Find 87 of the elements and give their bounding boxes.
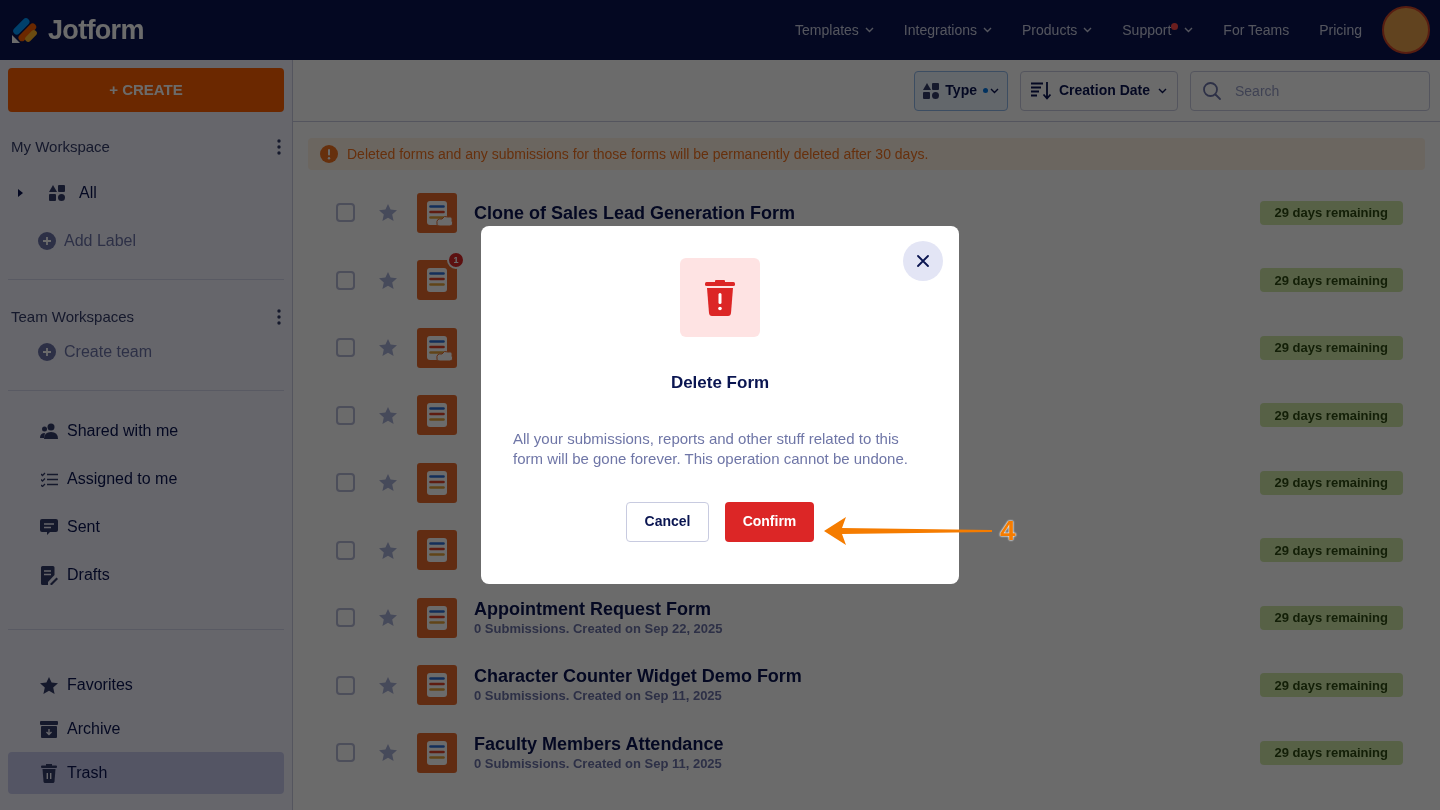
confirm-button[interactable]: Confirm	[725, 501, 814, 542]
status-badge: 29 days remaining	[1259, 335, 1403, 360]
avatar[interactable]	[1382, 6, 1430, 54]
type-filter-button[interactable]: Type	[914, 70, 1008, 111]
more-icon[interactable]	[277, 139, 281, 156]
sidebar-item[interactable]: Sent	[8, 503, 284, 551]
star-icon[interactable]	[379, 744, 397, 762]
notice-text: Deleted forms and any submissions for those forms will be permanently deleted after 30 days.	[347, 144, 929, 164]
expand-caret-icon[interactable]	[18, 188, 23, 197]
message-icon	[40, 518, 58, 536]
section-title: Team Workspaces	[11, 306, 135, 327]
logo-text: Jotform	[48, 13, 144, 47]
nav-link[interactable]: Templates	[795, 19, 874, 41]
checkbox[interactable]	[336, 743, 355, 763]
star-icon[interactable]	[379, 271, 397, 289]
checkbox[interactable]	[336, 338, 355, 358]
sidebar-item[interactable]: Archive	[8, 708, 284, 750]
logo-icon	[10, 15, 40, 45]
checkbox[interactable]	[336, 203, 355, 223]
search-icon	[1202, 80, 1222, 101]
close-icon	[917, 255, 929, 267]
status-badge: 29 days remaining	[1259, 403, 1403, 428]
checkbox[interactable]	[336, 473, 355, 493]
status-badge: 29 days remaining	[1259, 538, 1403, 563]
sidebar-item[interactable]: Shared with me	[8, 407, 284, 455]
checkbox[interactable]	[336, 270, 355, 290]
add-icon	[38, 343, 56, 361]
notification-badge: 1	[447, 251, 465, 270]
checkbox[interactable]	[336, 405, 355, 425]
form-title[interactable]: Character Counter Widget Demo Form	[474, 665, 802, 688]
close-button[interactable]	[903, 241, 943, 281]
form-title[interactable]: Faculty Members Attendance	[474, 732, 724, 755]
checkbox[interactable]	[336, 608, 355, 628]
nav-link[interactable]: Support	[1122, 19, 1194, 41]
form-meta: 0 Submissions. Created on Sep 11, 2025	[474, 687, 723, 706]
dialog-message: All your submissions, reports and other stuff related to this form will be gone forever. This operation cannot be undone.	[512, 428, 909, 469]
workspace-item[interactable]: All	[79, 180, 97, 205]
status-badge: 29 days remaining	[1259, 200, 1403, 225]
more-icon[interactable]	[277, 308, 281, 325]
status-badge: 29 days remaining	[1259, 268, 1403, 293]
trash-warning-icon	[705, 279, 735, 316]
dialog-title: Delete Form	[670, 372, 770, 394]
sidebar-item[interactable]: Trash	[8, 752, 284, 794]
sidebar-item[interactable]: Favorites	[8, 664, 284, 706]
checkbox[interactable]	[336, 540, 355, 560]
sort-button[interactable]: Creation Date	[1019, 70, 1178, 111]
checklist-icon	[40, 471, 58, 487]
status-badge: 29 days remaining	[1259, 605, 1403, 630]
sidebar-item[interactable]: Drafts	[8, 551, 284, 599]
archive-icon	[40, 720, 58, 738]
annotation-label: 4	[1000, 514, 1016, 548]
status-badge: 29 days remaining	[1259, 470, 1403, 495]
form-title[interactable]: Appointment Request Form	[474, 597, 723, 620]
star-icon[interactable]	[379, 609, 397, 627]
form-title[interactable]: Clone of Sales Lead Generation Form	[474, 201, 796, 224]
nav-link[interactable]: For Teams	[1223, 19, 1290, 41]
add-icon	[38, 231, 56, 250]
section-title: My Workspace	[11, 137, 110, 157]
warning-icon	[320, 145, 338, 163]
form-meta: 0 Submissions. Created on Sep 11, 2025	[474, 754, 723, 773]
shapes-icon	[49, 184, 65, 201]
add-link[interactable]: Create team	[64, 340, 153, 364]
chevron-down-icon	[989, 87, 999, 94]
sidebar-item[interactable]: Assigned to me	[8, 455, 284, 503]
trash-icon	[41, 763, 57, 783]
star-icon[interactable]	[379, 406, 397, 424]
star-icon[interactable]	[379, 474, 397, 492]
status-badge: 29 days remaining	[1259, 740, 1403, 765]
document-edit-icon	[40, 565, 58, 585]
status-badge: 29 days remaining	[1259, 673, 1403, 698]
star-icon	[40, 676, 58, 694]
form-meta: 0 Submissions. Created on Sep 22, 2025	[474, 619, 723, 638]
people-icon	[40, 423, 58, 439]
star-icon[interactable]	[379, 339, 397, 357]
add-link[interactable]: Add Label	[64, 228, 137, 253]
cancel-button[interactable]: Cancel	[626, 501, 709, 542]
nav-link[interactable]: Pricing	[1319, 19, 1362, 41]
sort-icon	[1030, 81, 1051, 100]
create-button[interactable]: + CREATE	[8, 68, 284, 112]
checkbox[interactable]	[336, 675, 355, 695]
star-icon[interactable]	[379, 204, 397, 222]
nav-link[interactable]: Products	[1022, 19, 1093, 41]
star-icon[interactable]	[379, 541, 397, 559]
star-icon[interactable]	[379, 676, 397, 694]
chevron-down-icon	[1158, 87, 1167, 94]
nav-link[interactable]: Integrations	[903, 19, 993, 41]
shapes-icon	[923, 82, 940, 99]
